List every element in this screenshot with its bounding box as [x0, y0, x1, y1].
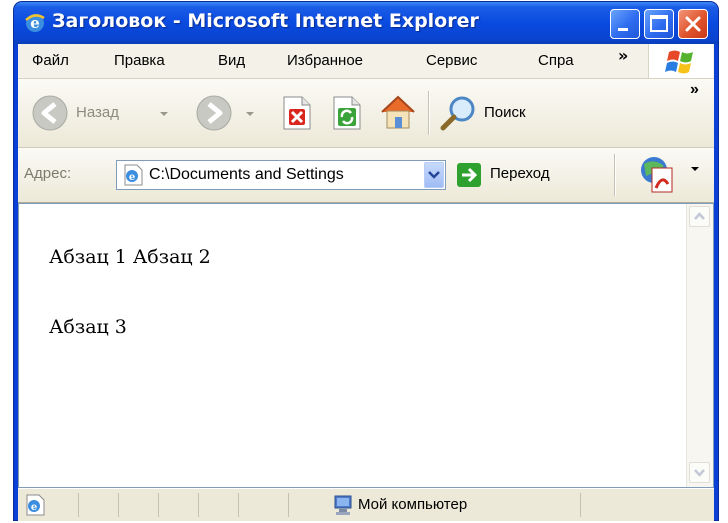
scroll-up-button[interactable]	[689, 206, 710, 227]
search-button[interactable]: Поиск	[438, 93, 548, 133]
menu-edit[interactable]: Правка	[114, 52, 165, 69]
windows-logo	[648, 44, 713, 78]
status-cell	[288, 493, 289, 517]
scroll-up-icon	[694, 212, 705, 220]
status-bar: e Мой компьютер	[18, 488, 714, 521]
menu-bar: Файл Правка Вид Избранное Сервис Спра »	[18, 44, 714, 79]
window-title: Заголовок - Microsoft Internet Explorer	[52, 10, 479, 32]
address-separator	[614, 154, 615, 196]
menu-overflow-chevron[interactable]: »	[618, 46, 628, 65]
status-cell	[198, 493, 199, 517]
svg-text:e: e	[31, 502, 37, 513]
window-client-area: Файл Правка Вид Избранное Сервис Спра »	[18, 44, 714, 521]
minimize-icon	[618, 28, 628, 31]
menu-favorites-label: Избранное	[287, 52, 364, 69]
page-ie-icon: e	[124, 164, 143, 186]
status-cell	[78, 493, 79, 517]
status-cell	[158, 493, 159, 517]
address-bar: Адрес: e C:\Documents and Settings Перех…	[18, 148, 714, 203]
menu-file[interactable]: Файл	[32, 52, 69, 69]
address-value: C:\Documents and Settings	[149, 166, 344, 183]
forward-button[interactable]	[194, 93, 264, 133]
scroll-down-button[interactable]	[689, 462, 710, 483]
menu-edit-label: Правка	[114, 52, 165, 69]
status-cell	[580, 493, 581, 517]
browser-window: e Заголовок - Microsoft Internet Explore…	[14, 2, 718, 521]
search-label: Поиск	[484, 104, 526, 121]
close-icon	[685, 16, 701, 32]
go-arrow-icon	[457, 163, 481, 187]
maximize-button[interactable]	[644, 9, 674, 39]
menu-help[interactable]: Спра	[538, 52, 574, 69]
menu-favorites[interactable]: Избранное	[287, 52, 363, 69]
close-button[interactable]	[678, 9, 708, 39]
maximize-icon	[650, 15, 668, 32]
chevron-down-icon	[160, 112, 168, 116]
status-cell	[118, 493, 119, 517]
chevron-down-icon	[691, 167, 699, 171]
menu-help-label: Спра	[538, 52, 574, 69]
pdf-icon	[641, 157, 673, 193]
windows-logo-icon	[665, 50, 693, 74]
vertical-scrollbar[interactable]	[686, 204, 713, 487]
search-icon	[440, 96, 475, 131]
paragraph: Абзац 1 Абзац 2	[49, 246, 211, 268]
back-button[interactable]: Назад	[30, 93, 184, 133]
back-icon	[32, 95, 68, 131]
page-content: Абзац 1 Абзац 2 Абзац 3	[18, 203, 714, 488]
menu-view-label: Вид	[218, 52, 246, 69]
refresh-icon[interactable]	[330, 95, 364, 131]
go-label: Переход	[490, 165, 550, 182]
address-dropdown-button[interactable]	[424, 162, 444, 188]
go-button[interactable]: Переход	[456, 160, 596, 190]
menu-view[interactable]: Вид	[218, 52, 245, 69]
pdf-button[interactable]	[624, 152, 704, 196]
svg-text:e: e	[129, 172, 135, 183]
menu-file-label: Файл	[32, 52, 69, 69]
paragraph: Абзац 3	[49, 316, 127, 338]
chevron-down-icon	[428, 171, 440, 179]
address-label: Адрес:	[24, 165, 72, 182]
home-icon[interactable]	[378, 92, 418, 132]
computer-icon	[334, 495, 352, 515]
menu-tools-label: Сервис	[426, 52, 478, 69]
status-cell	[238, 493, 239, 517]
minimize-button[interactable]	[610, 9, 640, 39]
address-input[interactable]: e C:\Documents and Settings	[116, 160, 446, 190]
security-zone[interactable]: Мой компьютер	[318, 489, 578, 521]
standard-toolbar: Назад Поиск »	[18, 79, 714, 148]
menu-tools[interactable]: Сервис	[426, 52, 477, 69]
title-bar[interactable]: e Заголовок - Microsoft Internet Explore…	[14, 2, 718, 44]
status-zone-label: Мой компьютер	[358, 496, 468, 513]
forward-icon	[196, 95, 232, 131]
back-label: Назад	[76, 104, 119, 121]
toolbar-separator	[428, 91, 429, 135]
ie-icon: e	[25, 14, 45, 32]
scroll-down-icon	[694, 469, 705, 477]
stop-icon[interactable]	[280, 95, 314, 131]
chevron-down-icon	[246, 112, 254, 116]
page-ie-icon: e	[26, 494, 45, 516]
toolbar-overflow-chevron[interactable]: »	[690, 81, 699, 99]
